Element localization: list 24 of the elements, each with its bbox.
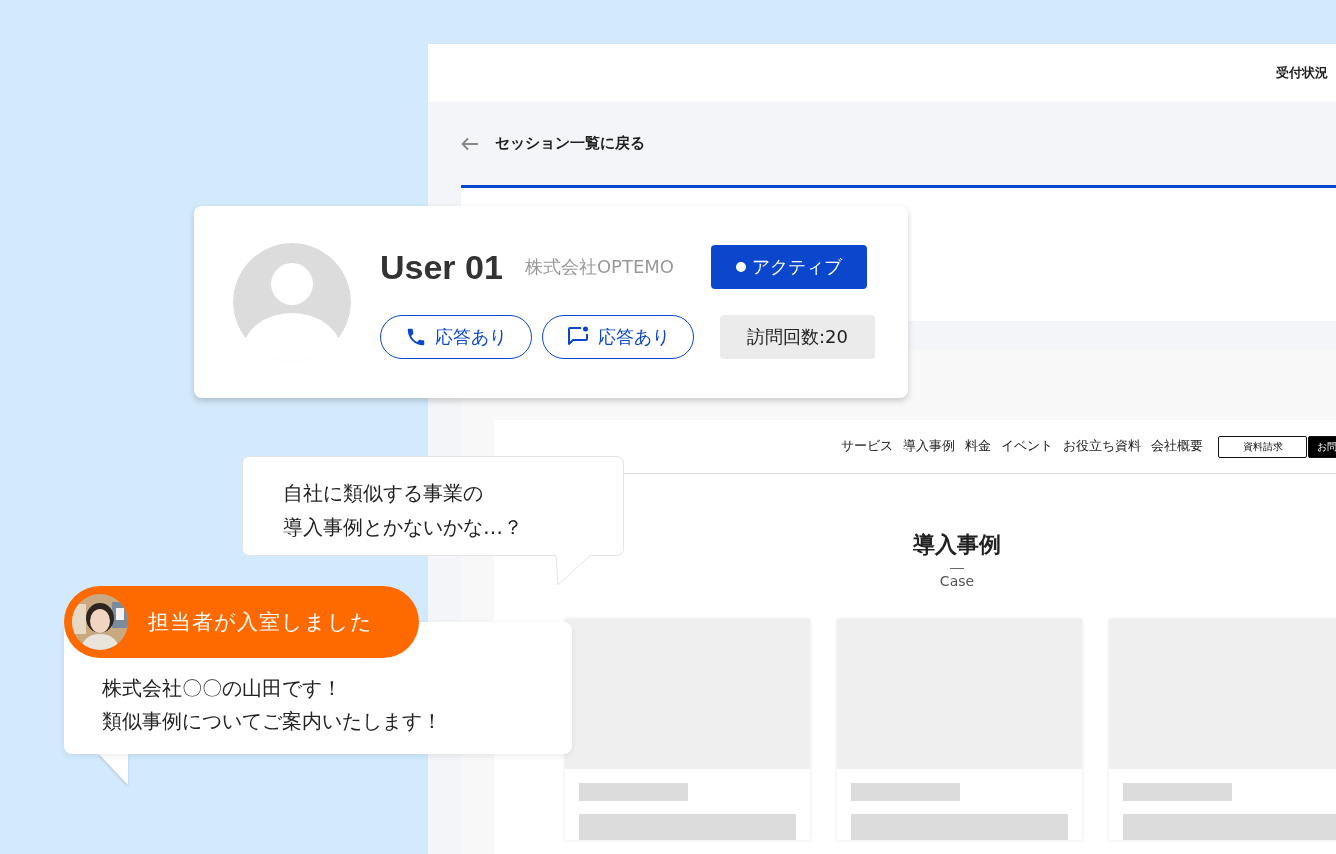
section-subheading: Case — [938, 573, 976, 589]
nav-link[interactable]: 導入事例 — [903, 438, 955, 455]
back-link[interactable]: セッション一覧に戻る — [495, 134, 645, 153]
person-avatar-icon — [233, 243, 351, 361]
nav-link[interactable]: お役立ち資料 — [1063, 438, 1141, 455]
header-link[interactable]: 受付状況 — [1276, 64, 1328, 82]
status-badge: アクティブ — [710, 245, 867, 289]
back-arrow-icon[interactable] — [461, 136, 479, 151]
phone-icon — [405, 326, 427, 348]
response-button[interactable]: 応答あり — [542, 315, 694, 359]
company-name: 株式会社OPTEMO — [524, 255, 675, 279]
user-name: User 01 — [380, 247, 503, 287]
speech-bubble: 自社に類似する事業の 導入事例とかないかな…？ — [242, 456, 624, 586]
bubble-tail — [98, 753, 128, 785]
nav-button[interactable]: お問 — [1308, 435, 1336, 458]
section-heading: 導入事例 — [912, 531, 1002, 559]
nav-link[interactable]: 料金 — [965, 438, 991, 455]
nav-link[interactable]: サービス — [841, 438, 893, 455]
nav-link[interactable]: イベント — [1001, 438, 1053, 455]
nav-link[interactable]: 会社概要 — [1151, 438, 1203, 455]
nav-button[interactable]: 資料請求 — [1218, 435, 1307, 458]
response-button[interactable]: 応答あり — [380, 315, 532, 359]
status-dot-icon — [735, 262, 746, 272]
visit-count: 訪問回数:20 — [720, 315, 875, 359]
